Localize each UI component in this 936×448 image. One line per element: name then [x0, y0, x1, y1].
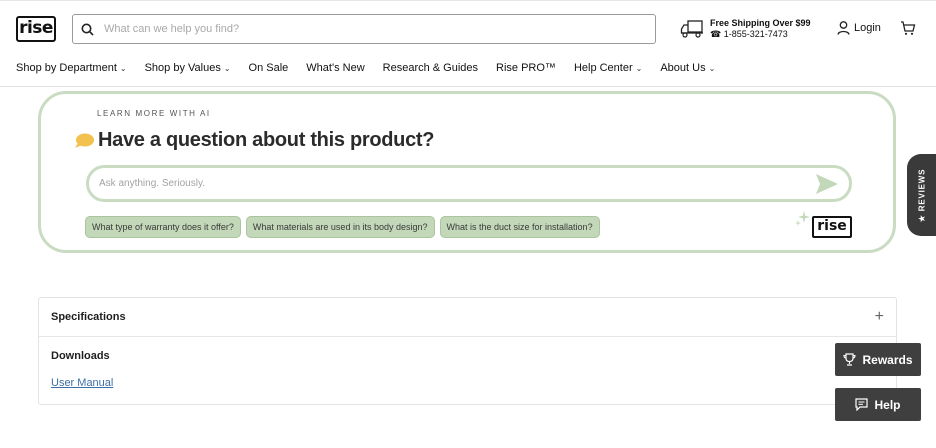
- nav-label: On Sale: [248, 62, 289, 74]
- nav-label: Rise PRO™: [496, 62, 556, 74]
- nav-label: Shop by Department: [16, 62, 117, 74]
- suggestion-chip[interactable]: What type of warranty does it offer?: [85, 216, 241, 238]
- trophy-icon: [843, 353, 857, 366]
- rewards-button[interactable]: Rewards: [835, 343, 921, 376]
- nav-rise-pro[interactable]: Rise PRO™: [496, 62, 556, 74]
- ai-ask-input[interactable]: [99, 178, 799, 189]
- product-details-panel: Specifications + Downloads User Manual: [38, 297, 897, 405]
- sparkle-icon: [795, 211, 810, 226]
- ai-heading: Have a question about this product?: [74, 129, 435, 152]
- nav-on-sale[interactable]: On Sale: [249, 62, 289, 74]
- phone-number[interactable]: ☎ 1-855-321-7473: [710, 29, 811, 40]
- chevron-down-icon: ⌄: [635, 63, 643, 73]
- suggestion-chip[interactable]: What is the duct size for installation?: [439, 216, 600, 238]
- login-label: Login: [854, 22, 881, 34]
- search-input[interactable]: [104, 23, 624, 35]
- cart-button[interactable]: [900, 20, 916, 41]
- nav-label: Shop by Values: [144, 62, 221, 74]
- truck-icon: [680, 20, 703, 38]
- suggestion-chip[interactable]: What materials are used in its body desi…: [245, 216, 435, 238]
- specifications-accordion[interactable]: Specifications +: [39, 298, 896, 337]
- ai-title: Have a question about this product?: [98, 129, 435, 151]
- chevron-down-icon: ⌄: [223, 63, 231, 73]
- help-button[interactable]: Help: [835, 388, 921, 421]
- ai-logo-text: rise: [817, 218, 847, 234]
- chevron-down-icon: ⌄: [708, 63, 716, 73]
- nav-research-guides[interactable]: Research & Guides: [383, 62, 478, 74]
- nav-about-us[interactable]: About Us ⌄: [660, 62, 715, 74]
- search-bar[interactable]: [72, 14, 656, 44]
- nav-label: Help Center: [573, 62, 633, 74]
- ai-ask-box[interactable]: [86, 165, 852, 202]
- help-label: Help: [874, 397, 901, 412]
- user-manual-link[interactable]: User Manual: [51, 377, 113, 389]
- nav-whats-new[interactable]: What's New: [306, 62, 364, 74]
- nav-help-center[interactable]: Help Center ⌄: [574, 62, 642, 74]
- main-nav: Shop by Department ⌄ Shop by Values ⌄ On S…: [16, 62, 733, 74]
- ai-brand-logo: rise: [812, 216, 852, 238]
- ai-question-panel: LEARN MORE WITH AI Have a question about…: [38, 91, 896, 253]
- speech-bubble-icon: [75, 133, 94, 148]
- send-icon[interactable]: [815, 173, 839, 195]
- suggestion-chips: What type of warranty does it offer? Wha…: [85, 216, 605, 238]
- chevron-down-icon: ⌄: [119, 63, 127, 73]
- nav-label: What's New: [306, 62, 365, 74]
- plus-icon[interactable]: +: [875, 308, 884, 326]
- chat-icon: [855, 398, 869, 411]
- nav-shop-by-department[interactable]: Shop by Department ⌄: [16, 62, 127, 74]
- reviews-tab[interactable]: ★ REVIEWS: [907, 154, 936, 236]
- nav-divider: [0, 86, 936, 87]
- top-divider: [0, 0, 936, 1]
- nav-label: About Us: [660, 62, 706, 74]
- specifications-title: Specifications: [51, 311, 126, 323]
- site-logo[interactable]: rise: [16, 16, 56, 42]
- downloads-title: Downloads: [51, 350, 110, 362]
- search-icon: [81, 23, 94, 36]
- login-button[interactable]: Login: [837, 21, 881, 35]
- nav-label: Research & Guides: [382, 62, 479, 74]
- logo-text: rise: [19, 17, 53, 38]
- nav-shop-by-values[interactable]: Shop by Values ⌄: [145, 62, 231, 74]
- shipping-info: Free Shipping Over $99 ☎ 1-855-321-7473: [680, 18, 811, 40]
- cart-icon: [901, 21, 916, 35]
- shipping-title: Free Shipping Over $99: [710, 18, 811, 28]
- user-icon: [837, 21, 850, 35]
- reviews-label: ★ REVIEWS: [917, 168, 926, 222]
- rewards-label: Rewards: [862, 352, 913, 367]
- ai-eyebrow: LEARN MORE WITH AI: [97, 109, 211, 118]
